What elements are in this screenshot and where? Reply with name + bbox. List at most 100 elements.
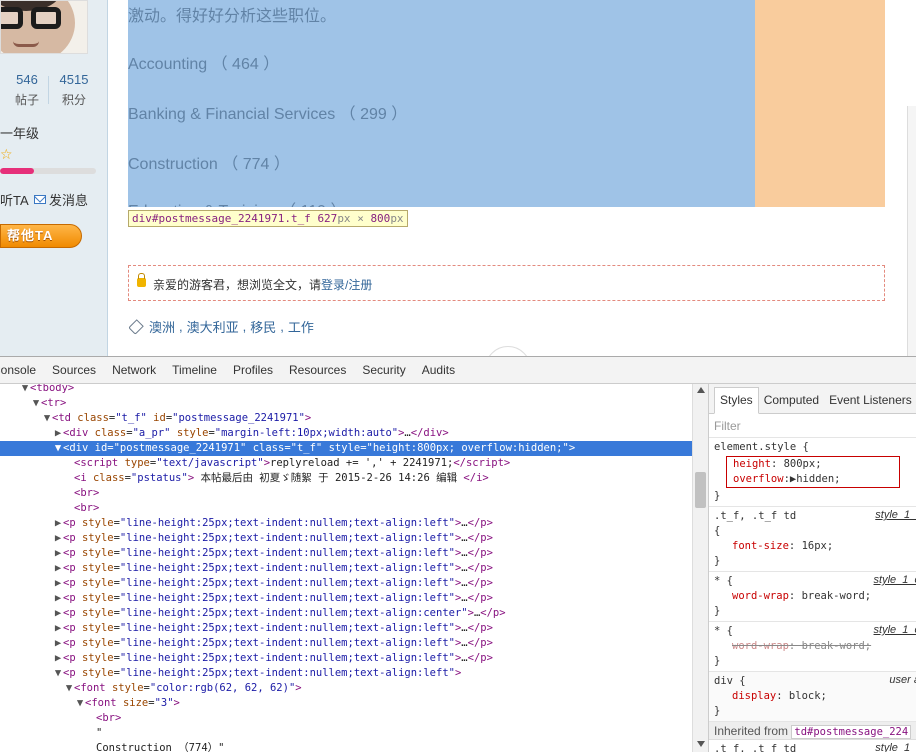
- rule-close: }: [714, 555, 721, 567]
- expand-triangle-icon[interactable]: ▶: [53, 516, 63, 531]
- css-property[interactable]: word-wrap: [732, 590, 789, 602]
- back-to-top-button[interactable]: [485, 346, 531, 356]
- expand-triangle-icon[interactable]: ▶: [53, 621, 63, 636]
- css-property[interactable]: height: [733, 458, 771, 470]
- scroll-down-arrow-icon[interactable]: [697, 741, 705, 747]
- expand-triangle-icon[interactable]: ▶: [53, 636, 63, 651]
- devtools-tab-console[interactable]: Console: [0, 357, 44, 384]
- dom-node[interactable]: ▶ <p style="line-height:25px;text-indent:…: [0, 576, 692, 591]
- devtools-tab-resources[interactable]: Resources: [281, 357, 354, 384]
- elements-tree[interactable]: ▼ <tbody> ▼ <tr> ▼ <td class="t_f" id="postme…: [0, 384, 708, 752]
- rule-source-link[interactable]: style_1_c: [874, 574, 916, 586]
- css-value[interactable]: break-word;: [802, 640, 872, 652]
- page-scrollbar[interactable]: [907, 106, 916, 356]
- devtools-tab-profiles[interactable]: Profiles: [225, 357, 281, 384]
- expand-triangle-icon[interactable]: ▶: [53, 561, 63, 576]
- dom-node[interactable]: <br>: [0, 711, 692, 726]
- dom-node-markup: <td class="t_f" id="postmessage_2241971"…: [52, 412, 312, 424]
- dom-node[interactable]: ▶ <div class="a_pr" style="margin-left:10…: [0, 426, 692, 441]
- css-property[interactable]: overflow: [733, 473, 784, 485]
- dom-node[interactable]: ▼ <font size="3">: [0, 696, 692, 711]
- tag-link[interactable]: 移民: [250, 317, 276, 336]
- user-info-sidebar: 546 帖子 4515 积分 一年级 ☆ 听TA 发消息 帮他TA: [0, 0, 108, 356]
- dom-node[interactable]: ▼ <font style="color:rgb(62, 62, 62)">: [0, 681, 692, 696]
- css-property: display: [732, 690, 777, 702]
- dom-node[interactable]: ▶ <p style="line-height:25px;text-indent:…: [0, 651, 692, 666]
- devtools-tab-audits[interactable]: Audits: [414, 357, 463, 384]
- expand-triangle-icon[interactable]: ▶: [53, 606, 63, 621]
- dom-node[interactable]: ▶ <p style="line-height:25px;text-indent:…: [0, 606, 692, 621]
- login-register-link[interactable]: 登录/注册: [321, 278, 372, 292]
- dom-node-markup: <font style="color:rgb(62, 62, 62)">: [74, 682, 302, 694]
- rule-source-link[interactable]: style_1_forum_v: [875, 742, 916, 752]
- css-property[interactable]: word-wrap: [732, 640, 789, 652]
- collapse-triangle-icon[interactable]: ▼: [64, 681, 74, 696]
- tab-computed[interactable]: Computed: [759, 393, 824, 413]
- posts-count: 546: [16, 72, 38, 87]
- element-style-rule: element.style { height: 800px; overflow:…: [709, 438, 916, 507]
- collapse-triangle-icon[interactable]: ▼: [53, 441, 63, 456]
- dom-node[interactable]: <br>: [0, 501, 692, 516]
- css-value[interactable]: 16px;: [802, 540, 834, 552]
- dom-node[interactable]: ▶ <p style="line-height:25px;text-indent:…: [0, 636, 692, 651]
- dom-node[interactable]: ": [0, 726, 692, 741]
- dom-node[interactable]: ▼ <tr>: [0, 396, 692, 411]
- styles-filter-input[interactable]: Filter: [709, 414, 916, 438]
- rule-source-link[interactable]: style_1_c: [874, 624, 916, 636]
- collapse-triangle-icon[interactable]: ▼: [42, 411, 52, 426]
- expand-triangle-icon[interactable]: ▶: [53, 591, 63, 606]
- devtools-tab-sources[interactable]: Sources: [44, 357, 104, 384]
- devtools-tab-security[interactable]: Security: [354, 357, 413, 384]
- tag-link[interactable]: 澳洲: [149, 317, 175, 336]
- collapse-triangle-icon[interactable]: ▼: [75, 696, 85, 711]
- collapse-triangle-icon[interactable]: ▼: [31, 396, 41, 411]
- dom-node[interactable]: ▼ <tbody>: [0, 384, 692, 396]
- dom-node[interactable]: <script type="text/javascript">replyrelo…: [0, 456, 692, 471]
- css-value[interactable]: hidden;: [796, 473, 840, 485]
- dom-node[interactable]: ▶ <p style="line-height:25px;text-indent:…: [0, 561, 692, 576]
- inherited-selector-link[interactable]: td#postmessage_224: [791, 725, 912, 739]
- dom-node[interactable]: ▶ <p style="line-height:25px;text-indent:…: [0, 516, 692, 531]
- follow-link[interactable]: 听TA: [0, 190, 29, 209]
- css-value[interactable]: break-word;: [802, 590, 872, 602]
- dom-node-selected[interactable]: ▼ <div id="postmessage_2241971" class="t_…: [0, 441, 692, 456]
- tag-link[interactable]: 澳大利亚: [187, 317, 239, 336]
- tag-link[interactable]: 工作: [288, 317, 314, 336]
- mail-icon: [34, 195, 46, 204]
- dom-node[interactable]: ▼ <p style="line-height:25px;text-indent:…: [0, 666, 692, 681]
- dom-node[interactable]: Construction （774）": [0, 741, 692, 752]
- dom-node[interactable]: ▶ <p style="line-height:25px;text-indent:…: [0, 546, 692, 561]
- elements-scrollbar[interactable]: [692, 384, 708, 752]
- collapse-triangle-icon[interactable]: ▼: [53, 666, 63, 681]
- dom-node[interactable]: <br>: [0, 486, 692, 501]
- expand-triangle-icon[interactable]: ▶: [53, 546, 63, 561]
- help-ta-button[interactable]: 帮他TA: [0, 224, 82, 248]
- tooltip-width: 627: [317, 212, 338, 225]
- dom-node[interactable]: ▼ <td class="t_f" id="postmessage_2241971…: [0, 411, 692, 426]
- css-value[interactable]: 800px;: [784, 458, 822, 470]
- devtools-tab-timeline[interactable]: Timeline: [164, 357, 225, 384]
- css-property[interactable]: font-size: [732, 540, 789, 552]
- dom-node[interactable]: ▶ <p style="line-height:25px;text-indent:…: [0, 621, 692, 636]
- tab-event-listeners[interactable]: Event Listeners: [824, 393, 916, 413]
- inherited-from-bar: Inherited from td#postmessage_224: [709, 722, 916, 740]
- dom-node[interactable]: ▶ <p style="line-height:25px;text-indent:…: [0, 591, 692, 606]
- expand-triangle-icon[interactable]: ▶: [53, 651, 63, 666]
- inline-style-box[interactable]: height: 800px; overflow:▶hidden;: [726, 456, 900, 488]
- scroll-up-arrow-icon[interactable]: [697, 387, 705, 393]
- devtools-tab-network[interactable]: Network: [104, 357, 164, 384]
- tab-styles[interactable]: Styles: [714, 387, 759, 414]
- send-message-link[interactable]: 发消息: [34, 190, 88, 209]
- expand-triangle-icon[interactable]: ▶: [53, 426, 63, 441]
- scrollbar-thumb[interactable]: [695, 472, 706, 508]
- expand-triangle-icon[interactable]: ▶: [53, 531, 63, 546]
- user-grade[interactable]: 一年级: [0, 123, 39, 142]
- posts-stat[interactable]: 546 帖子: [7, 72, 47, 108]
- dom-node[interactable]: <i class="pstatus"> 本帖最后由 初夏ゞ随絮 于 2015-2…: [0, 471, 692, 486]
- expand-triangle-icon[interactable]: ▶: [53, 576, 63, 591]
- collapse-triangle-icon[interactable]: ▼: [20, 384, 30, 396]
- dom-node[interactable]: ▶ <p style="line-height:25px;text-indent:…: [0, 531, 692, 546]
- avatar[interactable]: [0, 0, 88, 54]
- points-stat[interactable]: 4515 积分: [54, 72, 94, 108]
- rule-source-link[interactable]: style_1_forum_v: [875, 509, 916, 521]
